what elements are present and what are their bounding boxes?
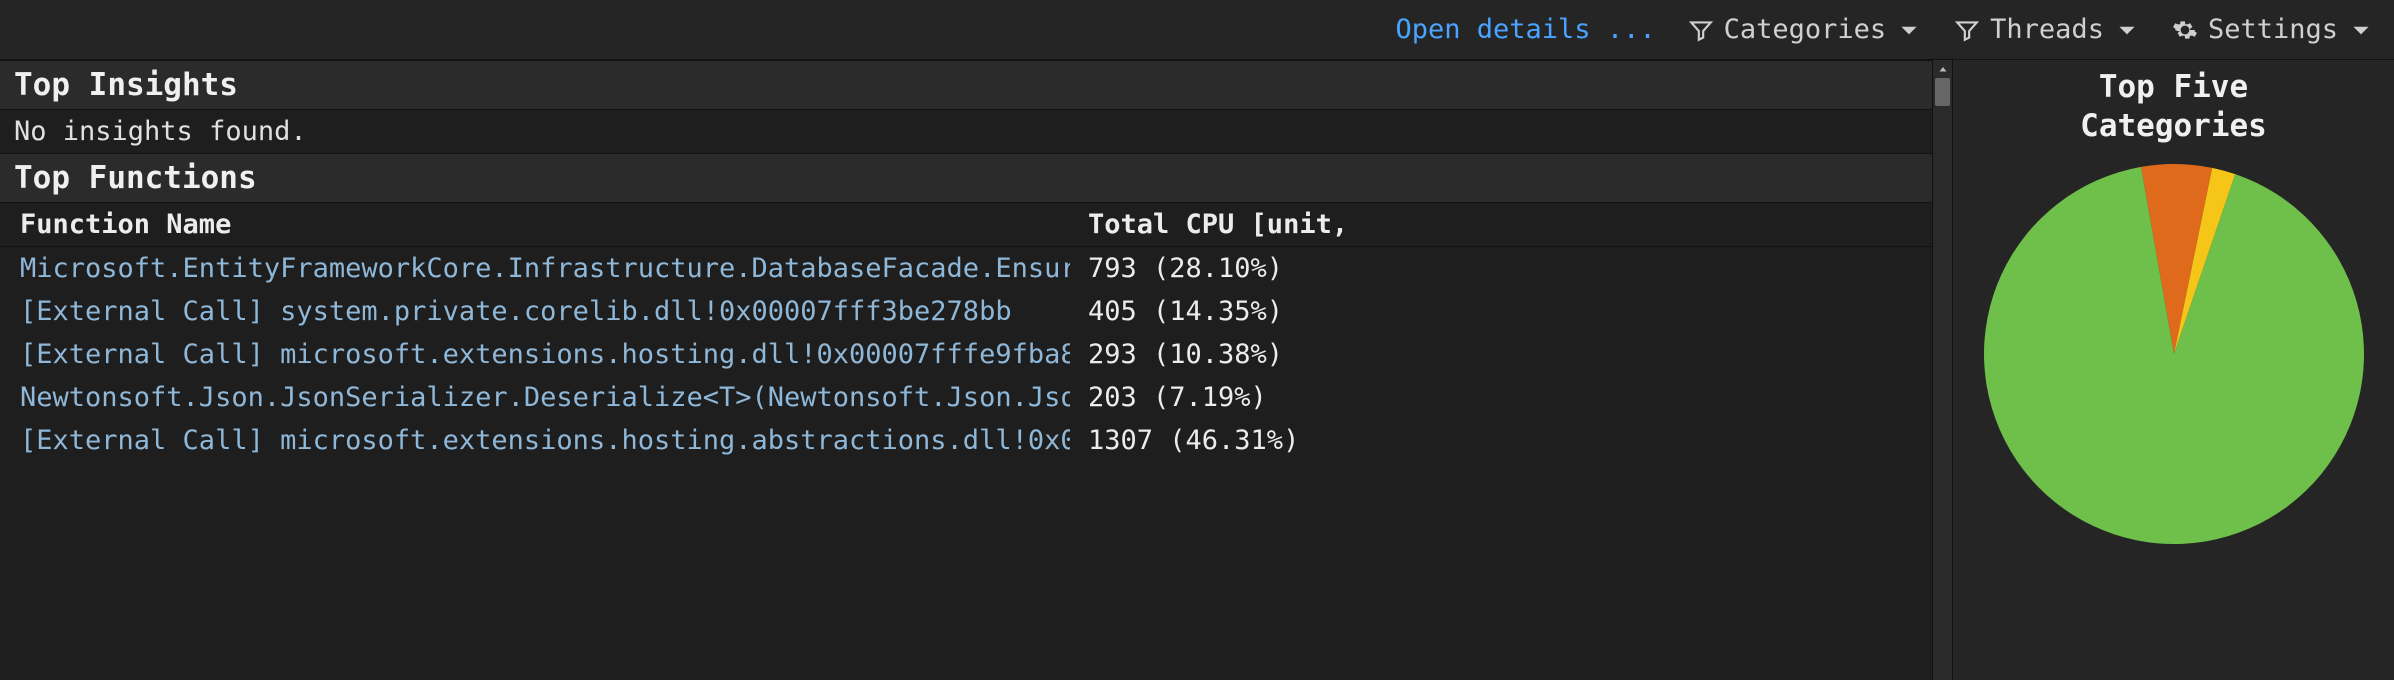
settings-dropdown[interactable]: Settings xyxy=(2172,14,2374,45)
pie-chart xyxy=(1974,154,2374,554)
open-details-link[interactable]: Open details ... xyxy=(1396,14,1656,45)
side-panel: Top Five Categories xyxy=(1952,60,2394,680)
vertical-scrollbar[interactable] xyxy=(1932,60,1952,680)
function-link[interactable]: Microsoft.EntityFrameworkCore.Infrastruc… xyxy=(20,253,1070,284)
side-title-line1: Top Five xyxy=(2099,69,2248,105)
function-link[interactable]: [External Call] microsoft.extensions.hos… xyxy=(20,425,1070,456)
table-header: Function Name Total CPU [unit, xyxy=(0,203,1932,247)
cpu-value: 293 (10.38%) xyxy=(1088,339,1348,370)
table-row[interactable]: [External Call] microsoft.extensions.hos… xyxy=(0,419,1932,462)
threads-label: Threads xyxy=(1990,14,2104,45)
col-total-cpu[interactable]: Total CPU [unit, xyxy=(1088,209,1348,240)
functions-table: Function Name Total CPU [unit, Microsoft… xyxy=(0,203,1932,680)
cpu-value: 793 (28.10%) xyxy=(1088,253,1348,284)
cpu-value: 1307 (46.31%) xyxy=(1088,425,1348,456)
chevron-down-icon xyxy=(1896,17,1922,43)
function-link[interactable]: [External Call] microsoft.extensions.hos… xyxy=(20,339,1070,370)
main-panel: Top Insights No insights found. Top Func… xyxy=(0,60,1932,680)
top-functions-header: Top Functions xyxy=(0,153,1932,203)
categories-label: Categories xyxy=(1724,14,1887,45)
top-insights-header: Top Insights xyxy=(0,60,1932,110)
cpu-value: 203 (7.19%) xyxy=(1088,382,1348,413)
scroll-up-arrow[interactable] xyxy=(1933,60,1952,80)
top-insights-empty: No insights found. xyxy=(0,110,1932,153)
settings-label: Settings xyxy=(2208,14,2338,45)
side-title-line2: Categories xyxy=(2080,108,2267,144)
filter-icon xyxy=(1688,17,1714,43)
gear-icon xyxy=(2172,17,2198,43)
side-panel-title: Top Five Categories xyxy=(2080,68,2267,146)
cpu-value: 405 (14.35%) xyxy=(1088,296,1348,327)
table-row[interactable]: [External Call] system.private.corelib.d… xyxy=(0,290,1932,333)
threads-dropdown[interactable]: Threads xyxy=(1954,14,2140,45)
col-function-name[interactable]: Function Name xyxy=(20,209,1070,240)
filter-icon xyxy=(1954,17,1980,43)
table-row[interactable]: Microsoft.EntityFrameworkCore.Infrastruc… xyxy=(0,247,1932,290)
chevron-down-icon xyxy=(2348,17,2374,43)
table-row[interactable]: Newtonsoft.Json.JsonSerializer.Deseriali… xyxy=(0,376,1932,419)
function-link[interactable]: Newtonsoft.Json.JsonSerializer.Deseriali… xyxy=(20,382,1070,413)
chevron-down-icon xyxy=(2114,17,2140,43)
scrollbar-thumb[interactable] xyxy=(1935,78,1950,106)
toolbar: Open details ... Categories Threads xyxy=(0,0,2394,60)
categories-dropdown[interactable]: Categories xyxy=(1688,14,1923,45)
table-row[interactable]: [External Call] microsoft.extensions.hos… xyxy=(0,333,1932,376)
function-link[interactable]: [External Call] system.private.corelib.d… xyxy=(20,296,1012,327)
